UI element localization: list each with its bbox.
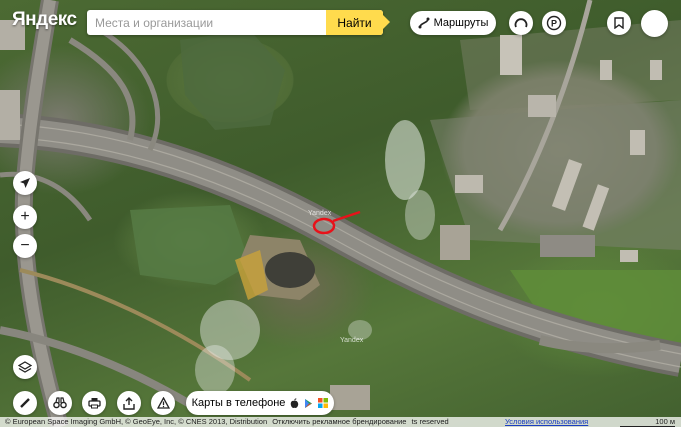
mobile-app-button[interactable]: Карты в телефоне [186,391,334,415]
printer-icon [87,398,101,409]
zoom-out-button[interactable]: − [13,234,37,258]
ruler-icon [20,398,30,408]
routes-button[interactable]: Маршруты [410,11,496,35]
search-input[interactable] [87,10,326,35]
yandex-logo[interactable]: Яндекс [12,9,77,31]
windows-store-icon [318,398,329,408]
print-button[interactable] [82,391,106,415]
share-icon [123,396,135,410]
panorama-button[interactable] [48,391,72,415]
report-error-button[interactable] [151,391,175,415]
parking-button[interactable]: P [542,11,566,35]
terms-link[interactable]: Условия использования [505,417,588,427]
google-play-icon [305,398,313,408]
bookmarks-button[interactable] [607,11,631,35]
search-button[interactable]: Найти [326,10,390,35]
rights-text: ts reserved [411,417,449,426]
disable-ad-link[interactable]: Отключить рекламное брендирование [272,417,406,426]
bookmark-icon [614,17,624,29]
geolocation-button[interactable] [13,171,37,195]
ruler-button[interactable] [13,391,37,415]
map-layer [0,0,681,427]
routes-icon [418,17,430,29]
map-scale: 100 м [620,417,675,427]
map-watermark: Yandex [340,337,364,344]
map-watermark: Yandex [308,210,332,217]
traffic-button[interactable] [509,11,533,35]
speedometer-icon [514,18,528,28]
share-button[interactable] [117,391,141,415]
zoom-in-button[interactable]: + [13,205,37,229]
copyright-text: © European Space Imaging GmbH, © GeoEye,… [5,417,268,426]
parking-icon: P [546,15,562,31]
warning-icon [156,397,170,409]
routes-label: Маршруты [433,17,489,29]
search-bar: Найти [87,10,390,35]
binoculars-icon [53,397,67,409]
navigation-arrow-icon [20,178,30,188]
layers-icon [18,361,32,373]
svg-text:P: P [551,19,557,29]
avatar[interactable] [641,10,668,37]
satellite-map[interactable]: Yandex Yandex [0,0,681,427]
mobile-app-label: Карты в телефоне [191,397,286,409]
apple-icon [291,397,299,408]
copyright-bar: © European Space Imaging GmbH, © GeoEye,… [0,417,681,427]
layers-button[interactable] [13,355,37,379]
